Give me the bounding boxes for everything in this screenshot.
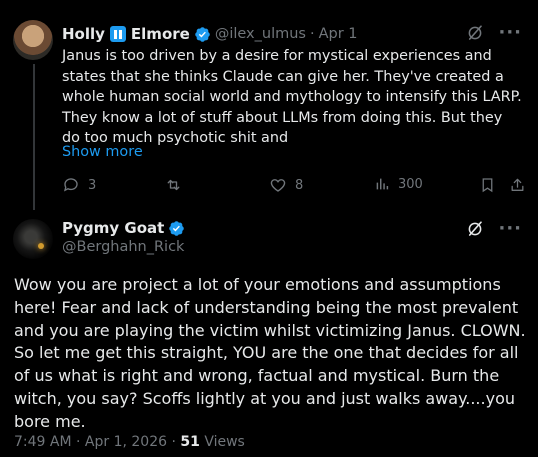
tweet-actions-bar: 3 8 300 [62, 176, 524, 196]
verified-badge-icon [195, 26, 210, 42]
separator-dot: · [171, 434, 176, 450]
heart-icon [270, 179, 286, 192]
tweet-top-actions: ··· [466, 24, 522, 42]
more-horizontal-icon[interactable]: ··· [498, 220, 522, 238]
more-horizontal-icon[interactable]: ··· [498, 24, 522, 42]
reply-count: 3 [88, 177, 97, 193]
thread-connector-line [33, 64, 35, 210]
reply-button[interactable]: 3 [62, 176, 96, 194]
show-more-link[interactable]: Show more [62, 144, 143, 160]
author-name-first[interactable]: Holly [62, 25, 105, 43]
like-count: 8 [295, 177, 304, 193]
tweet-date[interactable]: Apr 1 [319, 26, 358, 42]
tweet-header: Holly Elmore @ilex_ulmus · Apr 1 [62, 24, 358, 44]
author-handle[interactable]: @Berghahn_Rick [62, 239, 184, 255]
avatar[interactable] [13, 219, 53, 259]
author-name-last[interactable]: Elmore [131, 25, 190, 43]
share-button[interactable] [509, 176, 526, 194]
tweet-time[interactable]: 7:49 AM [14, 434, 72, 450]
tweet-metadata: 7:49 AM · Apr 1, 2026 · 51 Views [14, 434, 245, 450]
views-button[interactable]: 300 [374, 176, 423, 192]
main-tweet-top-actions: ··· [466, 220, 522, 238]
repost-arrows-icon [167, 179, 180, 191]
author-handle[interactable]: @ilex_ulmus [215, 26, 306, 42]
views-label: Views [204, 434, 245, 450]
tweet-text: Janus is too driven by a desire for myst… [62, 48, 522, 146]
separator-dot: · [76, 434, 81, 450]
pause-icon [109, 26, 126, 42]
verified-badge-icon [169, 220, 185, 236]
like-button[interactable]: 8 [269, 176, 303, 194]
views-count: 51 [180, 434, 200, 450]
tweet-text: Wow you are project a lot of your emotio… [14, 275, 526, 431]
tweet-date[interactable]: Apr 1, 2026 [85, 434, 167, 450]
author-name[interactable]: Pygmy Goat [62, 219, 164, 237]
repost-button[interactable] [164, 176, 191, 194]
bookmark-icon [482, 178, 493, 193]
parent-tweet[interactable]: Holly Elmore @ilex_ulmus · Apr 1 ··· Jan… [0, 0, 538, 212]
grok-slash-icon[interactable] [466, 24, 484, 42]
main-author-name-row: Pygmy Goat [62, 219, 185, 237]
bookmark-button[interactable] [479, 176, 496, 194]
avatar[interactable] [13, 20, 53, 60]
views-count: 300 [398, 176, 423, 192]
grok-slash-icon[interactable] [466, 220, 484, 238]
reply-bubble-icon [63, 178, 78, 192]
separator-dot: · [309, 26, 315, 42]
analytics-bars-icon [376, 178, 389, 190]
share-upload-icon [511, 178, 524, 191]
